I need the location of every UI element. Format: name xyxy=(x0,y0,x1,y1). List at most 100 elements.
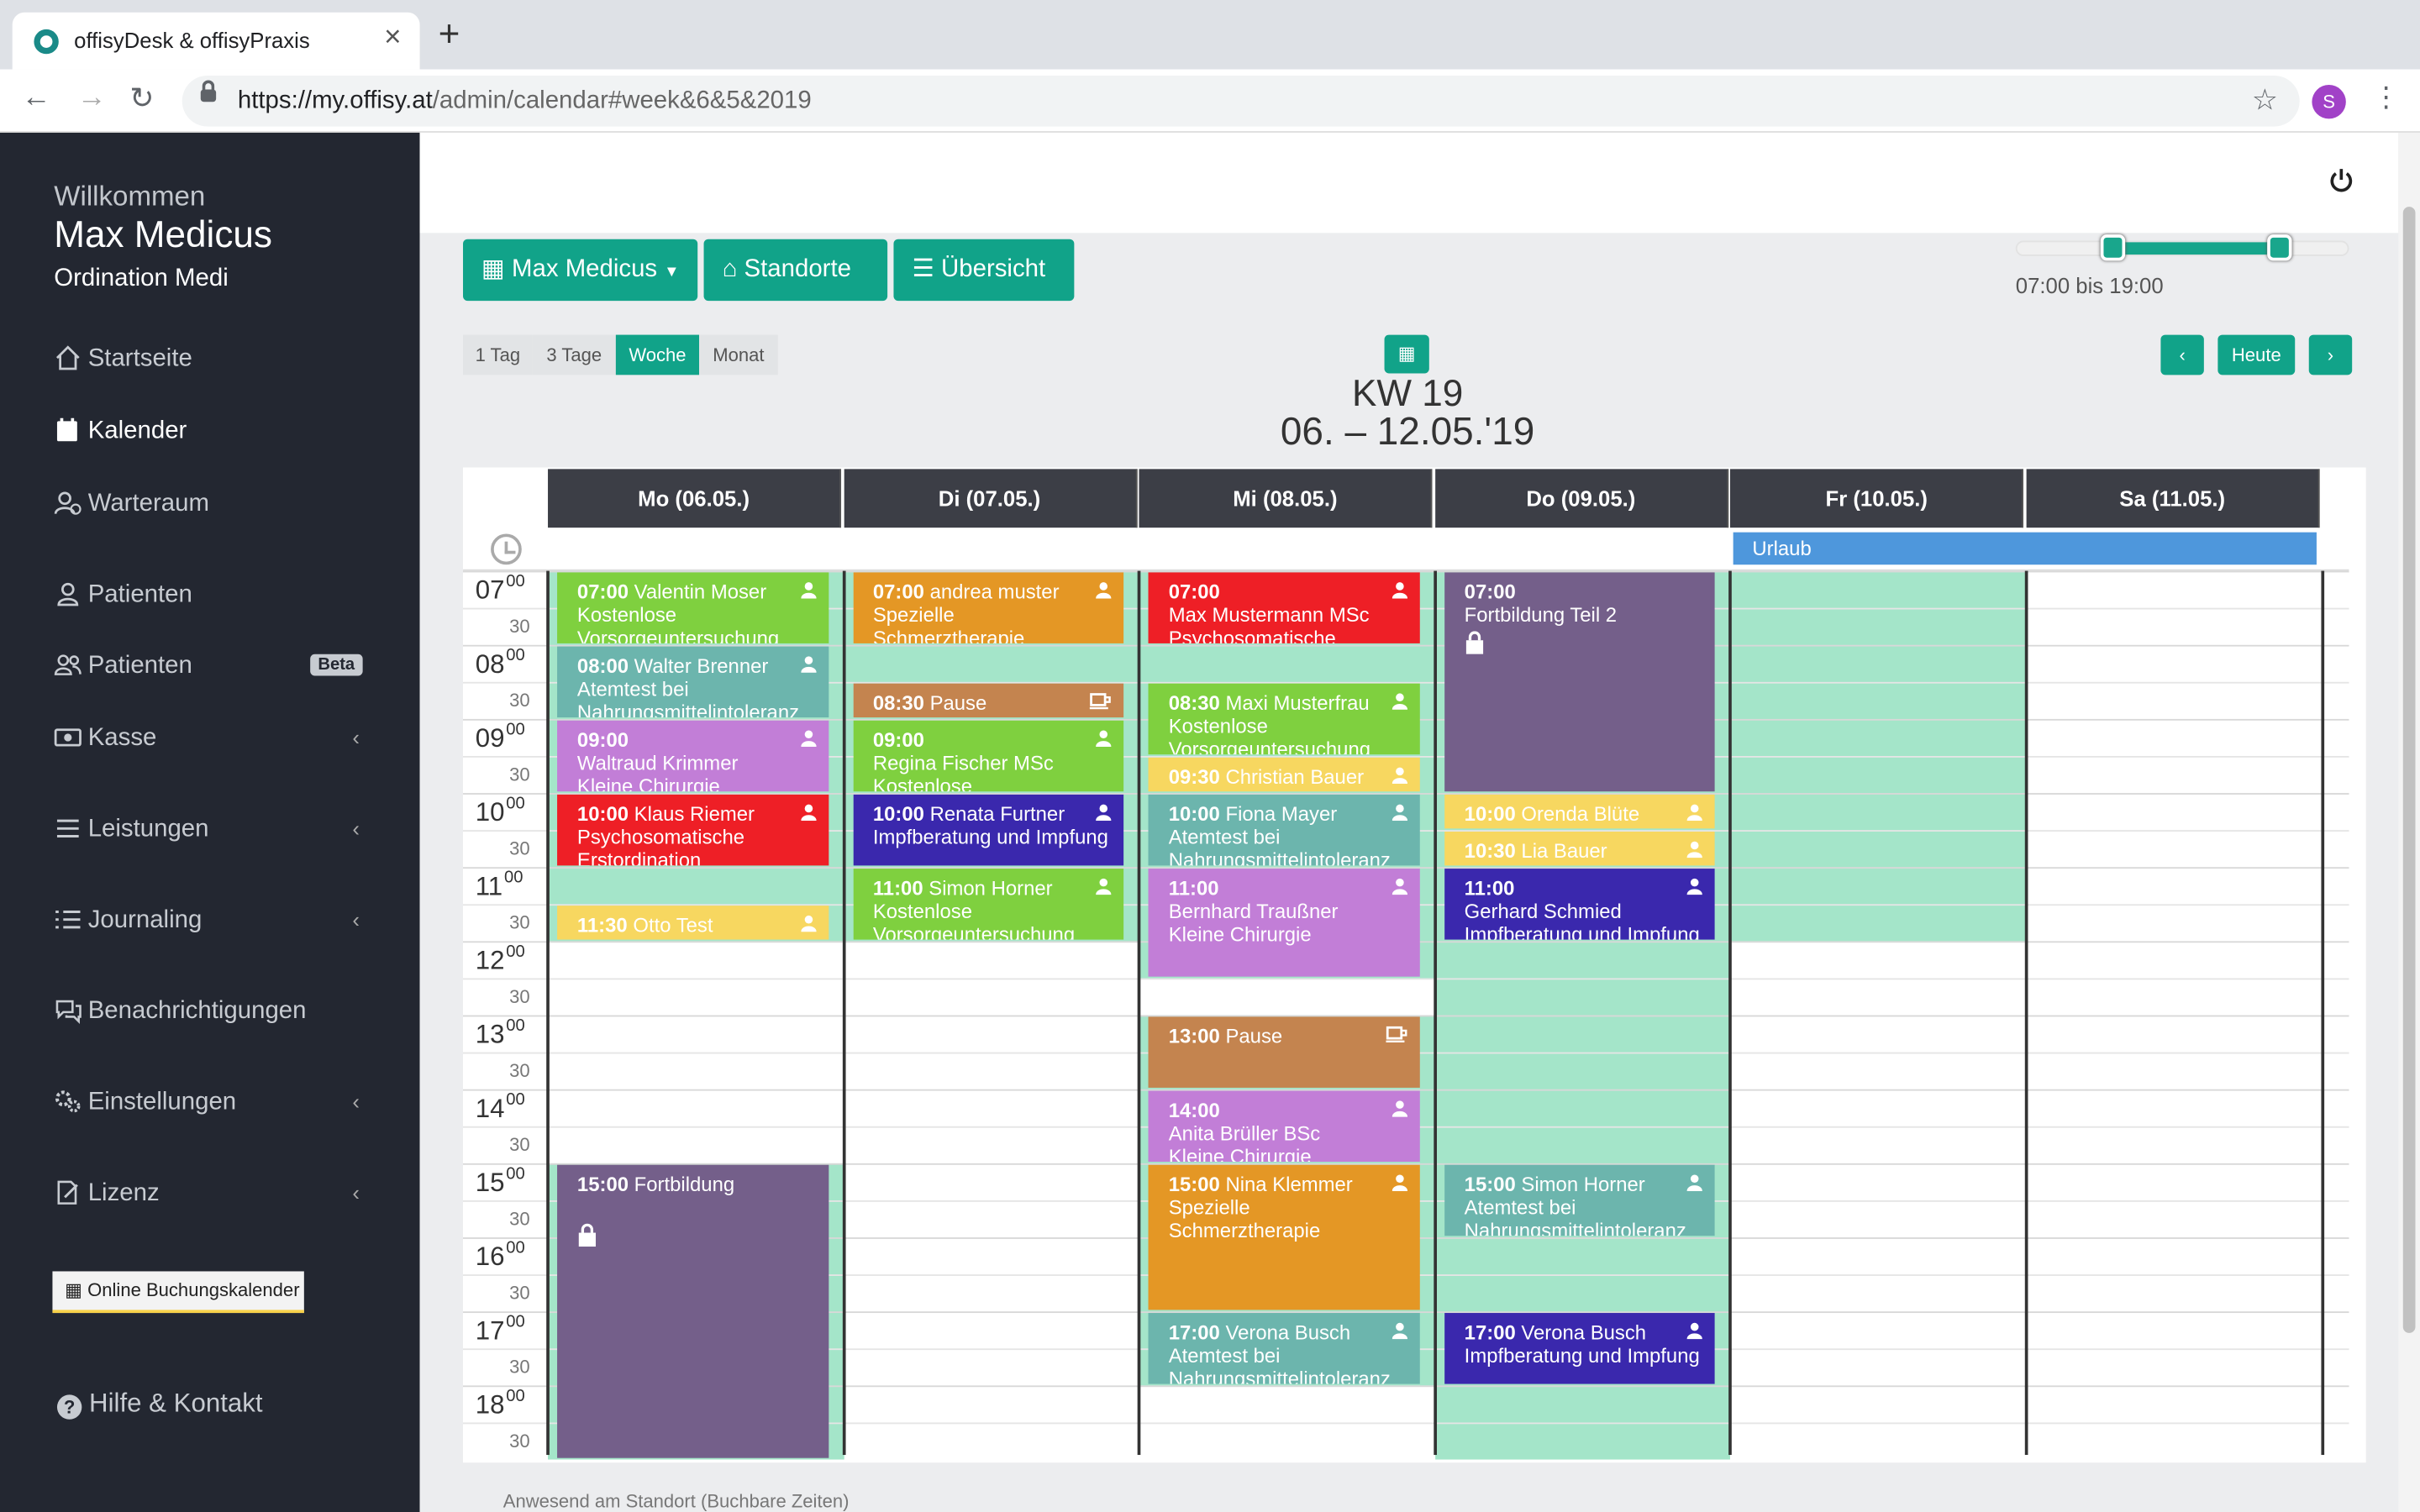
sidebar-item-leistungen[interactable]: Leistungen ‹ xyxy=(54,813,378,850)
event-time: 08:00 xyxy=(576,654,629,678)
event-title: Walter Brenner xyxy=(634,654,769,678)
calendar-event[interactable]: 10:00 Fiona Mayer Atemtest bei Nahrungsmit… xyxy=(1148,794,1420,866)
event-detail: Vorsorgeuntersuchung xyxy=(872,922,1076,940)
browser-menu-icon[interactable]: ⋮ xyxy=(2372,81,2400,114)
event-title: andrea muster xyxy=(929,580,1060,604)
event-title: Christian Bauer xyxy=(1225,765,1365,789)
calendar-event[interactable]: 07:00 Valentin Moser Kostenlose Vorsorgeun… xyxy=(557,572,829,643)
event-detail: Schmerztherapie xyxy=(1168,1219,1321,1242)
next-week-button[interactable]: › xyxy=(2308,334,2353,375)
profile-avatar[interactable]: S xyxy=(2312,85,2346,119)
calendar-event[interactable]: 15:00 Simon Horner Atemtest bei Nahrungsmi… xyxy=(1444,1164,1716,1236)
calendar-event[interactable]: 08:30 Maxi Musterfrau Kostenlose Vorsorgeu… xyxy=(1148,683,1420,755)
view-3-tage[interactable]: 3 Tage xyxy=(532,334,616,375)
day-header[interactable]: Fr (10.05.) xyxy=(1730,469,2024,528)
power-icon[interactable] xyxy=(2328,166,2355,194)
today-button[interactable]: Heute xyxy=(2217,334,2296,375)
event-time: 15:00 xyxy=(1464,1172,1516,1196)
new-tab-icon[interactable]: + xyxy=(439,14,460,57)
calendar-event[interactable]: 10:00 Orenda Blüte xyxy=(1444,794,1716,829)
event-time: 10:00 xyxy=(1168,802,1220,826)
sidebar-item-kalender[interactable]: Kalender xyxy=(54,415,378,452)
calendar-event[interactable]: 11:00 Bernhard Traußner Kleine Chirurgie xyxy=(1148,869,1420,977)
calendar-event[interactable]: 13:00 Pause xyxy=(1148,1016,1420,1088)
sidebar-item-startseite[interactable]: Startseite xyxy=(54,343,378,380)
calendar-event[interactable]: 17:00 Verona Busch Atemtest bei Nahrungsmi… xyxy=(1148,1313,1420,1384)
calendar-event[interactable]: 17:00 Verona Busch Impfberatung und Impfu… xyxy=(1444,1313,1716,1384)
calendar-event[interactable]: 10:00 Renata Furtner Impfberatung und Imp… xyxy=(852,794,1124,866)
sidebar-item-einstellungen[interactable]: Einstellungen ‹ xyxy=(54,1086,378,1123)
tab-close-icon[interactable]: × xyxy=(384,22,401,55)
tab-title: offisyDesk & offisyPraxis xyxy=(74,28,310,53)
reload-icon[interactable]: ↻ xyxy=(129,81,154,117)
sidebar-item-lizenz[interactable]: Lizenz ‹ xyxy=(54,1177,378,1214)
sidebar-item-kasse[interactable]: Kasse ‹ xyxy=(54,722,378,759)
event-detail: Nahrungsmittelintoleranz xyxy=(1168,1367,1391,1384)
day-header[interactable]: Sa (11.05.) xyxy=(2026,469,2320,528)
event-time: 17:00 xyxy=(1168,1320,1220,1344)
calendar-event[interactable]: 07:00 Fortbildung Teil 2 xyxy=(1444,572,1716,792)
day-header[interactable]: Mi (08.05.) xyxy=(1139,469,1433,528)
event-detail: Nahrungsmittelintoleranz xyxy=(576,700,800,718)
time-range-slider[interactable] xyxy=(2015,234,2349,261)
locations-button[interactable]: ⌂ Standorte xyxy=(703,239,888,302)
calendar-event[interactable]: 08:30 Pause xyxy=(852,683,1124,718)
overview-button[interactable]: ☰ Übersicht xyxy=(893,239,1075,302)
event-title: Klaus Riemer xyxy=(634,802,755,826)
view-1-tag[interactable]: 1 Tag xyxy=(463,334,533,375)
online-booking-button[interactable]: ▦ Online Buchungskalender xyxy=(52,1271,304,1314)
calendar-event[interactable]: 15:00 Fortbildung xyxy=(557,1164,829,1458)
day-header[interactable]: Mo (06.05.) xyxy=(548,469,842,528)
bookmark-star-icon[interactable]: ☆ xyxy=(2252,83,2278,118)
help-contact-link[interactable]: ? Hilfe & Kontakt xyxy=(56,1389,263,1420)
day-header[interactable]: Di (07.05.) xyxy=(843,469,1137,528)
sidebar-item-benachrichtigungen[interactable]: Benachrichtigungen xyxy=(54,995,378,1032)
patient-icon xyxy=(1096,876,1112,895)
event-title: Fiona Mayer xyxy=(1225,802,1338,826)
event-detail: Impfberatung und Impfung xyxy=(1464,922,1700,940)
calendar-event[interactable]: 11:30 Otto Test xyxy=(557,906,829,940)
calendar-event[interactable]: 11:00 Simon Horner Kostenlose Vorsorgeunte… xyxy=(852,869,1124,940)
calendar-event[interactable]: 10:00 Klaus Riemer Psychosomatische Erstor… xyxy=(557,794,829,866)
calendar-event[interactable]: 08:00 Walter Brenner Atemtest bei Nahrungs… xyxy=(557,646,829,718)
sidebar-item-journaling[interactable]: Journaling ‹ xyxy=(54,904,378,941)
patient-icon xyxy=(1687,839,1703,858)
address-bar[interactable]: https://my.offisy.at/admin/calendar#week… xyxy=(182,75,2300,127)
calendar-event[interactable]: 07:00 andrea muster Spezielle Schmerzthera… xyxy=(852,572,1124,643)
forward-icon[interactable]: → xyxy=(77,81,107,115)
prev-week-button[interactable]: ‹ xyxy=(2160,334,2204,375)
patient-icon xyxy=(1392,765,1407,785)
hour-label: 09 00 xyxy=(475,720,525,753)
patient-icon xyxy=(800,654,816,673)
event-time: 08:30 xyxy=(1168,690,1220,715)
slider-end-handle[interactable] xyxy=(2266,234,2292,261)
view-monat[interactable]: Monat xyxy=(699,334,778,375)
view-woche[interactable]: Woche xyxy=(615,334,700,375)
browser-tab[interactable]: offisyDesk & offisyPraxis × xyxy=(12,12,420,70)
calendar-event[interactable]: 07:00 Max Mustermann MSc Psychosomatische xyxy=(1148,572,1420,643)
scrollbar[interactable] xyxy=(2398,132,2420,1512)
sidebar-item-patienten[interactable]: Patienten xyxy=(54,579,378,616)
event-time: 09:00 xyxy=(872,727,924,752)
allday-event[interactable]: Urlaub xyxy=(1733,532,2317,565)
datepicker-button[interactable]: ▦ xyxy=(1384,334,1429,374)
calendar-event[interactable]: 14:00 Anita Brüller BSc Kleine Chirurgie xyxy=(1148,1090,1420,1163)
sidebar-item-patienten-beta[interactable]: Patienten Beta xyxy=(54,649,378,686)
scrollbar-thumb[interactable] xyxy=(2402,207,2416,1333)
event-detail: Spezielle xyxy=(872,603,955,627)
event-title: Orenda Blüte xyxy=(1521,802,1640,826)
calendar-event[interactable]: 09:30 Christian Bauer xyxy=(1148,757,1420,792)
gears-icon xyxy=(55,1090,81,1113)
doctor-dropdown-button[interactable]: ▦ Max Medicus ▼ xyxy=(463,239,698,302)
day-header[interactable]: Do (09.05.) xyxy=(1434,469,1728,528)
calendar-event[interactable]: 10:30 Lia Bauer xyxy=(1444,831,1716,866)
event-title: Verona Busch xyxy=(1521,1320,1647,1344)
sidebar-item-warteraum[interactable]: Warteraum xyxy=(54,487,378,524)
calendar-icon: ▦ xyxy=(481,255,505,283)
calendar-event[interactable]: 09:00 Waltraud Krimmer Kleine Chirurgie xyxy=(557,720,829,792)
back-icon[interactable]: ← xyxy=(22,81,51,115)
slider-start-handle[interactable] xyxy=(2100,234,2125,261)
calendar-event[interactable]: 09:00 Regina Fischer MSc Kostenlose xyxy=(852,720,1124,792)
calendar-event[interactable]: 11:00 Gerhard Schmied Impfberatung und Imp… xyxy=(1444,869,1716,940)
calendar-event[interactable]: 15:00 Nina Klemmer Spezielle Schmerztherap… xyxy=(1148,1164,1420,1310)
